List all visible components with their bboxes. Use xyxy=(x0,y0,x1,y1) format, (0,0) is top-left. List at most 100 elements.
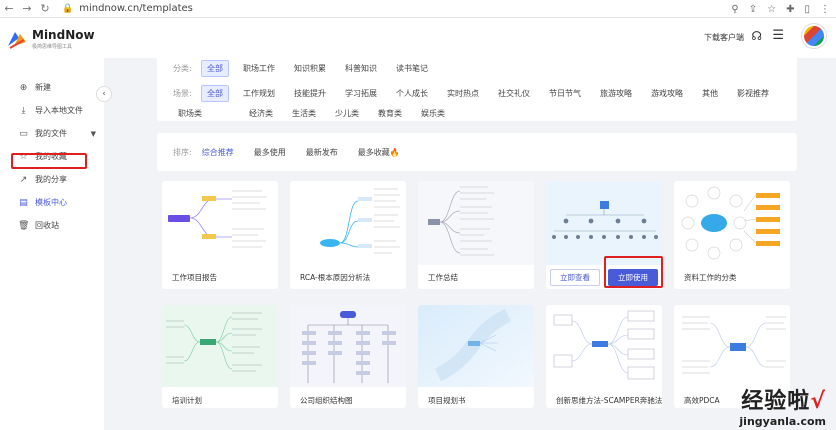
fire-icon: 🔥 xyxy=(389,147,400,157)
sidebar-item-my-files[interactable]: ▭ 我的文件 ▼ xyxy=(0,122,104,145)
scene-chip[interactable]: 社交礼仪 xyxy=(493,86,535,101)
share-icon: ↗ xyxy=(19,174,28,185)
sort-option-most-favorited[interactable]: 最多收藏🔥 xyxy=(358,147,400,158)
template-card[interactable]: 工作项目报告 xyxy=(162,181,278,289)
sidebar-item-label: 模板中心 xyxy=(35,198,67,207)
template-title: 资料工作的分类 xyxy=(684,273,737,282)
template-thumbnail xyxy=(162,181,278,265)
template-card[interactable]: 创新思维方法-SCAMPER奔驰法 xyxy=(546,305,662,408)
category-chip[interactable]: 知识积累 xyxy=(289,61,331,76)
scene-chip[interactable]: 技能提升 xyxy=(289,86,331,101)
forward-arrow-icon[interactable]: → xyxy=(18,0,36,18)
url-text[interactable]: mindnow.cn/templates xyxy=(79,3,193,14)
sidepanel-icon[interactable]: ▯ xyxy=(804,4,810,15)
template-title: RCA-根本原因分析法 xyxy=(300,273,371,282)
template-title: 创新思维方法-SCAMPER奔驰法 xyxy=(556,396,662,405)
sort-option-label: 最多收藏 xyxy=(357,147,390,157)
template-card[interactable]: 培训计划 xyxy=(162,305,278,408)
sidebar-item-label: 我的分享 xyxy=(35,175,67,184)
scene-chip[interactable]: 职场类 xyxy=(173,106,207,121)
download-client-link[interactable]: 下载客户端 xyxy=(704,32,744,43)
logo[interactable]: MindNow 极简思维导图工具 xyxy=(6,28,95,50)
folder-icon: ▭ xyxy=(19,128,28,139)
scene-chip-all[interactable]: 全部 xyxy=(201,85,229,102)
category-chip[interactable]: 读书笔记 xyxy=(391,61,433,76)
share-page-icon[interactable]: ⇪ xyxy=(749,4,757,15)
extensions-icon[interactable]: ✚ xyxy=(786,4,794,15)
template-thumbnail xyxy=(674,181,790,265)
watermark: 经验啦√ jingyanla.com xyxy=(739,383,826,428)
category-chip-all[interactable]: 全部 xyxy=(201,60,229,77)
template-card[interactable]: 资料工作的分类 xyxy=(674,181,790,289)
scene-chip[interactable]: 实时热点 xyxy=(442,86,484,101)
reload-icon[interactable]: ↻ xyxy=(36,0,54,18)
collapse-sidebar-button[interactable]: ‹ xyxy=(96,86,112,102)
scene-chip[interactable]: 教育类 xyxy=(373,106,407,121)
scene-chip[interactable]: 经济类 xyxy=(244,106,278,121)
scene-chip[interactable]: 学习拓展 xyxy=(340,86,382,101)
template-icon: ▤ xyxy=(19,197,28,208)
sort-option-recommended[interactable]: 综合推荐 xyxy=(202,147,234,158)
watermark-text: 经验啦 xyxy=(741,389,811,414)
template-card[interactable]: 公司组织结构图 xyxy=(290,305,406,408)
lock-icon: 🔒 xyxy=(62,3,74,14)
brand-name: MindNow xyxy=(32,28,95,42)
category-label: 分类: xyxy=(173,64,192,73)
scene-chip[interactable]: 其他 xyxy=(697,86,723,101)
sidebar-item-trash[interactable]: 🗑 回收站 xyxy=(0,214,104,237)
browser-menu-icon[interactable]: ⋮ xyxy=(820,4,830,15)
sidebar: MindNow 极简思维导图工具 ⊕ 新建 ⤓ 导入本地文件 ▭ 我的文件 ▼ … xyxy=(0,18,104,430)
scene-label: 场景: xyxy=(173,89,192,98)
preview-button[interactable]: 立即查看 xyxy=(550,268,600,286)
category-filter-row: 分类: 全部 职场工作 知识积累 科普知识 读书笔记 xyxy=(173,60,442,77)
scene-filter-row: 场景: 全部 工作规划 技能提升 学习拓展 个人成长 实时热点 社交礼仪 节日节… xyxy=(173,85,783,121)
bookmark-star-icon[interactable]: ☆ xyxy=(767,4,776,15)
template-thumbnail xyxy=(674,305,790,387)
template-thumbnail xyxy=(290,181,406,265)
template-thumbnail xyxy=(290,305,406,387)
sidebar-item-shared[interactable]: ↗ 我的分享 xyxy=(0,168,104,191)
sort-label: 排序: xyxy=(173,147,192,157)
scene-chip[interactable]: 影视推荐 xyxy=(732,86,774,101)
back-arrow-icon[interactable]: ← xyxy=(0,0,18,18)
sidebar-item-label: 回收站 xyxy=(35,221,59,230)
watermark-check: √ xyxy=(810,389,826,414)
category-chip[interactable]: 职场工作 xyxy=(238,61,280,76)
template-title: 工作总结 xyxy=(428,273,458,282)
sort-bar: 排序: 综合推荐 最多使用 最新发布 最多收藏🔥 xyxy=(157,133,797,171)
watermark-main: 经验啦√ xyxy=(739,383,826,415)
sidebar-item-templates[interactable]: ▤ 模板中心 xyxy=(0,191,104,214)
scene-chip[interactable]: 娱乐类 xyxy=(416,106,450,121)
category-chip[interactable]: 科普知识 xyxy=(340,61,382,76)
sort-option-newest[interactable]: 最新发布 xyxy=(306,147,338,158)
template-title: 高效PDCA xyxy=(684,396,720,405)
scene-chip[interactable]: 节日节气 xyxy=(544,86,586,101)
zoom-icon[interactable]: ⚲ xyxy=(731,4,738,15)
template-title: 工作项目报告 xyxy=(172,273,217,282)
caret-down-icon[interactable]: ▼ xyxy=(91,130,96,138)
template-thumbnail xyxy=(546,181,662,265)
scene-chip[interactable]: 个人成长 xyxy=(391,86,433,101)
template-card[interactable]: 工作总结 xyxy=(418,181,534,289)
headset-icon[interactable]: ☊ xyxy=(751,29,762,43)
scene-chip[interactable]: 旅游攻略 xyxy=(595,86,637,101)
template-thumbnail xyxy=(546,305,662,387)
sidebar-item-new[interactable]: ⊕ 新建 xyxy=(0,76,104,99)
scene-chip[interactable]: 游戏攻略 xyxy=(646,86,688,101)
template-card[interactable]: 项目规划书 xyxy=(418,305,534,408)
scene-chip[interactable]: 工作规划 xyxy=(238,86,280,101)
plus-circle-icon: ⊕ xyxy=(19,82,28,93)
hamburger-menu-icon[interactable]: ☰ xyxy=(772,28,784,43)
template-title: 公司组织结构图 xyxy=(300,396,353,405)
highlight-box xyxy=(11,153,87,169)
template-card[interactable]: RCA-根本原因分析法 xyxy=(290,181,406,289)
sidebar-item-label: 我的文件 xyxy=(35,129,67,138)
filter-panel: 分类: 全部 职场工作 知识积累 科普知识 读书笔记 场景: 全部 工作规划 技… xyxy=(157,48,797,121)
sidebar-item-label: 导入本地文件 xyxy=(35,106,83,115)
sidebar-item-import[interactable]: ⤓ 导入本地文件 xyxy=(0,99,104,122)
address-bar[interactable]: 🔒 mindnow.cn/templates xyxy=(62,3,193,14)
scene-chip[interactable]: 生活类 xyxy=(287,106,321,121)
avatar[interactable] xyxy=(802,24,826,48)
scene-chip[interactable]: 少儿类 xyxy=(330,106,364,121)
sort-option-most-used[interactable]: 最多使用 xyxy=(254,147,286,158)
